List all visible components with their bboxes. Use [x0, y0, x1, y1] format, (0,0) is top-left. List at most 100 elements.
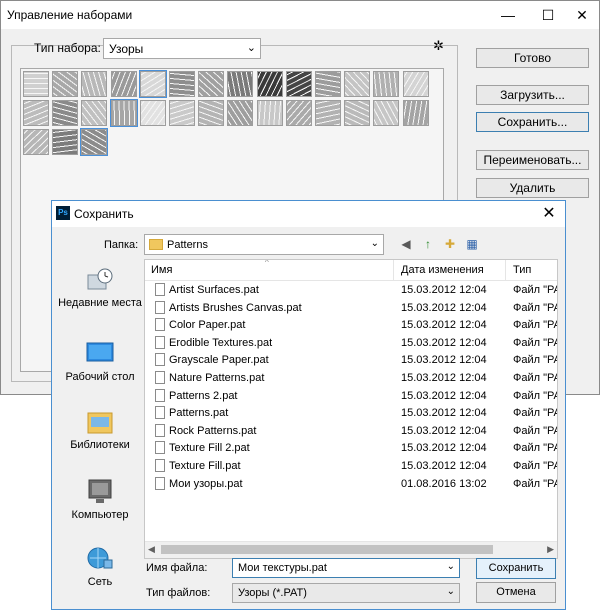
horizontal-scrollbar[interactable]: ◀ ▶	[145, 541, 557, 558]
back-icon[interactable]: ◀	[398, 236, 414, 252]
folder-select[interactable]: Patterns ⌄	[144, 234, 384, 255]
pattern-swatch[interactable]	[227, 100, 254, 126]
file-name: Color Paper.pat	[169, 319, 246, 332]
close-icon[interactable]: ✕	[537, 203, 561, 225]
pattern-swatch[interactable]	[402, 71, 429, 97]
file-row[interactable]: Erodible Textures.pat 15.03.2012 12:04 Фай…	[145, 334, 557, 352]
cancel-button[interactable]: Отмена	[476, 582, 556, 603]
file-row[interactable]: Grayscale Paper.pat 15.03.2012 12:04 Файл …	[145, 351, 557, 369]
pattern-swatch[interactable]	[373, 71, 400, 97]
pattern-swatch[interactable]	[80, 128, 109, 156]
filename-label: Имя файла:	[146, 562, 208, 574]
pattern-swatch[interactable]	[23, 100, 49, 126]
column-date-header[interactable]: Дата изменения	[401, 264, 484, 276]
file-name: Patterns 2.pat	[169, 389, 238, 402]
pattern-swatch[interactable]	[81, 71, 108, 97]
load-button[interactable]: Загрузить...	[476, 85, 589, 105]
file-row[interactable]: Patterns.pat 15.03.2012 12:04 Файл "PA	[145, 404, 557, 422]
pattern-swatch[interactable]	[139, 100, 166, 126]
pattern-swatch[interactable]	[227, 71, 254, 97]
column-type-header[interactable]: Тип	[513, 264, 531, 276]
pattern-swatch[interactable]	[52, 71, 79, 97]
file-date: 15.03.2012 12:04	[401, 389, 487, 402]
save-preset-button[interactable]: Сохранить...	[476, 112, 589, 132]
file-name: Nature Patterns.pat	[169, 372, 265, 384]
pattern-swatch[interactable]	[373, 100, 400, 126]
place-desktop[interactable]: Рабочий стол	[56, 341, 144, 384]
up-folder-icon[interactable]: ↑	[420, 236, 436, 252]
file-type: Файл "PA	[513, 284, 558, 296]
computer-icon	[86, 479, 114, 505]
maximize-button[interactable]: ☐	[531, 1, 565, 29]
file-date: 15.03.2012 12:04	[401, 407, 487, 420]
place-network[interactable]: Сеть	[56, 546, 144, 589]
pattern-swatch[interactable]	[315, 100, 341, 126]
scroll-left-icon[interactable]: ◀	[148, 544, 155, 555]
pattern-swatch[interactable]	[344, 100, 371, 126]
pattern-swatch[interactable]	[344, 71, 371, 97]
new-folder-icon[interactable]: ✚	[442, 236, 458, 252]
pattern-swatch[interactable]	[109, 99, 138, 127]
window-title: Управление наборами	[7, 8, 133, 22]
place-libraries[interactable]: Библиотеки	[56, 409, 144, 452]
file-type: Файл "PA	[513, 442, 558, 455]
sort-arrow-icon: ^	[265, 259, 269, 267]
pattern-swatch[interactable]	[285, 100, 312, 126]
column-separator[interactable]	[393, 260, 394, 280]
pattern-swatch[interactable]	[52, 129, 79, 155]
column-separator[interactable]	[505, 260, 506, 280]
filetype-select[interactable]: Узоры (*.PAT) ⌄	[232, 583, 460, 603]
pattern-swatch[interactable]	[285, 71, 312, 97]
set-type-select[interactable]: Узоры ⌄	[103, 38, 261, 59]
pattern-swatch[interactable]	[169, 71, 195, 97]
place-recent[interactable]: Недавние места	[56, 267, 144, 310]
place-label: Недавние места	[58, 297, 142, 309]
chevron-down-icon[interactable]: ⌄	[447, 561, 455, 572]
file-name: Erodible Textures.pat	[169, 336, 273, 349]
file-row[interactable]: Texture Fill.pat 15.03.2012 12:04 Файл "PA	[145, 457, 557, 475]
pattern-swatch[interactable]	[138, 70, 167, 98]
scrollbar-thumb[interactable]	[161, 545, 493, 554]
file-icon	[155, 459, 165, 472]
close-button[interactable]: ✕	[565, 1, 599, 29]
save-dialog-titlebar: Ps Сохранить ✕	[52, 201, 565, 227]
pattern-swatch[interactable]	[23, 71, 49, 97]
column-name-header[interactable]: Имя	[151, 264, 172, 276]
save-button[interactable]: Сохранить	[476, 558, 556, 579]
filename-input[interactable]: Мои текстуры.pat ⌄	[232, 558, 460, 578]
pattern-swatch[interactable]	[198, 71, 225, 97]
scroll-right-icon[interactable]: ▶	[547, 544, 554, 555]
file-icon	[155, 300, 165, 314]
place-computer[interactable]: Компьютер	[56, 479, 144, 522]
chevron-down-icon: ⌄	[370, 238, 379, 249]
file-row[interactable]: Patterns 2.pat 15.03.2012 12:04 Файл "PA	[145, 387, 557, 405]
gear-icon[interactable]: ✲	[433, 38, 444, 54]
done-button[interactable]: Готово	[476, 48, 589, 68]
file-row[interactable]: Color Paper.pat 15.03.2012 12:04 Файл "PA	[145, 316, 557, 334]
file-name: Мои узоры.pat	[169, 477, 243, 490]
file-row[interactable]: Artist Surfaces.pat 15.03.2012 12:04 Файл …	[145, 281, 557, 299]
pattern-swatch[interactable]	[315, 71, 341, 97]
file-date: 01.08.2016 13:02	[401, 477, 487, 490]
pattern-swatch[interactable]	[256, 71, 283, 97]
file-name: Artist Surfaces.pat	[169, 284, 259, 296]
delete-button[interactable]: Удалить	[476, 178, 589, 198]
file-row[interactable]: Rock Patterns.pat 15.03.2012 12:04 Файл "P…	[145, 422, 557, 440]
pattern-swatch[interactable]	[23, 129, 49, 155]
file-row[interactable]: Мои узоры.pat 01.08.2016 13:02 Файл "PA	[145, 475, 557, 493]
pattern-swatch[interactable]	[52, 100, 79, 126]
view-menu-icon[interactable]: ▦	[464, 236, 480, 252]
rename-button[interactable]: Переименовать...	[476, 150, 589, 170]
pattern-swatch[interactable]	[256, 100, 283, 126]
file-row[interactable]: Texture Fill 2.pat 15.03.2012 12:04 Файл "…	[145, 439, 557, 457]
pattern-swatch[interactable]	[402, 100, 429, 126]
file-row[interactable]: Artists Brushes Canvas.pat 15.03.2012 12:…	[145, 299, 557, 317]
pattern-swatch[interactable]	[110, 71, 137, 97]
file-row[interactable]: Nature Patterns.pat 15.03.2012 12:04 Файл …	[145, 369, 557, 387]
pattern-swatch[interactable]	[81, 100, 108, 126]
pattern-swatch[interactable]	[169, 100, 195, 126]
pattern-swatch[interactable]	[198, 100, 225, 126]
file-date: 15.03.2012 12:04	[401, 301, 487, 314]
minimize-button[interactable]: —	[491, 1, 525, 29]
file-type: Файл "PA	[513, 460, 558, 472]
